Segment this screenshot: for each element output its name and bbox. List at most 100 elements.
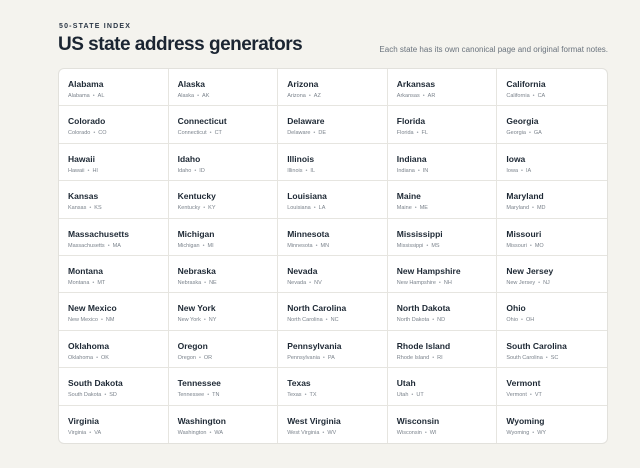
state-meta-name: Florida [396,130,414,137]
state-card-in[interactable]: Indiana Indiana • IN [387,143,498,182]
state-meta-name: Wyoming [506,429,530,436]
state-meta-name: New Jersey [506,280,536,286]
state-card-nh[interactable]: New Hampshire New Hampshire • NH [387,256,498,294]
state-card-ga[interactable]: Georgia Georgia • GA [497,106,607,144]
state-card-wv[interactable]: West Virginia West Virginia • WV [278,405,388,443]
state-card-ms[interactable]: Mississippi Mississippi • MS [387,218,498,256]
state-card-ok[interactable]: Oklahoma Oklahoma • OK [59,330,169,369]
state-card-ks[interactable]: Kansas Kansas • KS [59,181,169,219]
state-card-hi[interactable]: Hawaii Hawaii • HI [59,143,169,182]
state-meta: North Carolina • NC [287,317,387,323]
state-card-vt[interactable]: Vermont Vermont • VT [497,368,607,406]
state-meta-name: Mississippi [396,242,424,249]
state-card-mn[interactable]: Minnesota Minnesota • MN [278,218,388,256]
state-card-ak[interactable]: Alaska Alaska • AK [168,69,279,107]
state-card-az[interactable]: Arizona Arizona • AZ [278,69,388,107]
meta-separator: • [203,317,206,324]
meta-separator: • [416,130,419,137]
state-card-sc[interactable]: South Carolina South Carolina • SC [497,331,607,369]
state-name: Pennsylvania [287,340,342,351]
state-meta: Louisiana • LA [287,205,387,211]
state-card-tn[interactable]: Tennessee Tennessee • TN [168,368,279,406]
state-meta: Iowa • IA [506,168,607,174]
meta-separator: • [529,242,532,249]
state-card-id[interactable]: Idaho Idaho • ID [168,143,279,182]
meta-separator: • [411,392,414,399]
state-card-nd[interactable]: North Dakota North Dakota • ND [387,293,498,331]
state-meta: Michigan • MI [178,243,278,249]
state-card-ia[interactable]: Iowa Iowa • IA [497,144,607,182]
meta-separator: • [322,354,325,361]
state-card-va[interactable]: Virginia Virginia • VA [59,405,169,443]
meta-separator: • [93,130,96,137]
state-card-ma[interactable]: Massachusetts Massachusetts • MA [59,218,169,256]
state-card-nj[interactable]: New Jersey New Jersey • NJ [497,256,607,294]
meta-separator: • [107,242,110,249]
state-card-ny[interactable]: New York New York • NY [168,293,279,331]
state-card-pa[interactable]: Pennsylvania Pennsylvania • PA [278,330,388,369]
state-name: New York [177,303,216,314]
state-card-ca[interactable]: California California • CA [497,69,607,107]
state-meta-name: New Mexico [68,317,98,324]
state-card-al[interactable]: Alabama Alabama • AL [59,69,169,107]
state-meta: Connecticut • CT [178,130,278,136]
state-code: MT [97,280,106,286]
state-card-ne[interactable]: Nebraska Nebraska • NE [168,256,279,294]
state-meta: Massachusetts • MA [68,243,168,249]
state-meta: Ohio • OH [506,317,607,323]
state-name: Louisiana [287,191,327,202]
state-card-sd[interactable]: South Dakota South Dakota • SD [59,368,169,406]
state-card-de[interactable]: Delaware Delaware • DE [278,106,388,144]
state-card-tx[interactable]: Texas Texas • TX [278,368,388,406]
state-code: VA [94,429,102,436]
state-meta-name: Nebraska [177,280,202,286]
state-card-nm[interactable]: New Mexico New Mexico • NM [59,293,169,331]
state-card-wy[interactable]: Wyoming Wyoming • WY [497,406,607,443]
state-card-mt[interactable]: Montana Montana • MT [59,256,169,294]
state-meta-name: Hawaii [68,167,85,174]
state-meta-name: North Dakota [396,317,430,324]
state-meta-name: New Hampshire [396,280,436,286]
state-card-ri[interactable]: Rhode Island Rhode Island • RI [387,330,498,369]
meta-separator: • [325,317,328,324]
meta-separator: • [96,354,99,361]
state-card-wa[interactable]: Washington Washington • WA [169,405,279,443]
state-card-me[interactable]: Maine Maine • ME [387,181,498,219]
meta-separator: • [422,93,425,99]
state-card-ky[interactable]: Kentucky Kentucky • KY [168,181,279,219]
state-meta-name: Texas [287,392,302,399]
state-meta-name: Kentucky [177,205,201,212]
meta-separator: • [104,392,107,399]
state-card-ct[interactable]: Connecticut Connecticut • CT [168,106,279,144]
state-card-la[interactable]: Louisiana Louisiana • LA [278,181,388,219]
state-card-co[interactable]: Colorado Colorado • CO [59,106,169,144]
state-name: Connecticut [177,116,227,127]
state-card-mo[interactable]: Missouri Missouri • MO [497,219,607,256]
state-meta: Minnesota • MN [287,243,387,249]
meta-separator: • [424,429,427,436]
state-meta: Rhode Island • RI [397,355,497,361]
state-card-md[interactable]: Maryland Maryland • MD [497,181,607,219]
state-code: IA [525,167,532,174]
state-meta: Florida • FL [397,130,497,136]
state-name: Kansas [68,191,99,202]
state-card-nc[interactable]: North Carolina North Carolina • NC [278,293,388,331]
state-card-oh[interactable]: Ohio Ohio • OH [497,293,607,331]
state-card-wi[interactable]: Wisconsin Wisconsin • WI [388,405,498,443]
state-meta-name: Louisiana [287,205,311,212]
state-card-or[interactable]: Oregon Oregon • OR [168,330,279,369]
state-name: South Dakota [68,378,123,389]
meta-separator: • [207,392,210,399]
state-name: Nevada [287,266,318,276]
state-meta-name: California [506,93,530,99]
state-name: Missouri [506,228,542,239]
state-card-nv[interactable]: Nevada Nevada • NV [278,256,388,294]
state-card-mi[interactable]: Michigan Michigan • MI [168,218,279,256]
state-card-ar[interactable]: Arkansas Arkansas • AR [387,69,498,107]
meta-separator: • [532,93,535,99]
state-card-il[interactable]: Illinois Illinois • IL [278,143,388,182]
state-card-fl[interactable]: Florida Florida • FL [387,106,498,144]
state-meta: Alaska • AK [178,93,278,99]
state-meta: Mississippi • MS [397,243,497,249]
state-card-ut[interactable]: Utah Utah • UT [387,368,498,406]
